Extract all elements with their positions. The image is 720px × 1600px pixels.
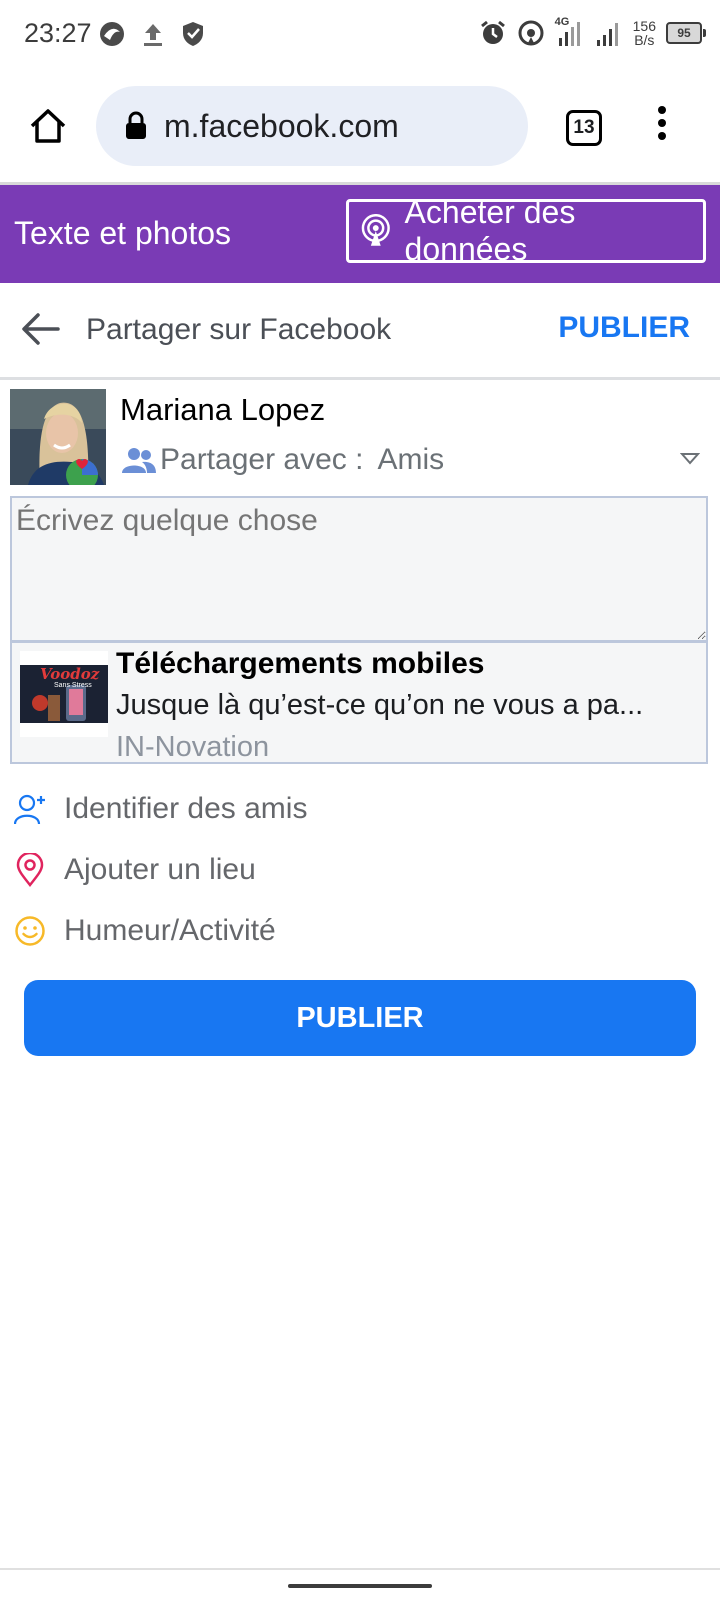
- battery-indicator: 95: [666, 22, 706, 44]
- publish-button[interactable]: PUBLIER: [24, 980, 696, 1056]
- mood-activity-label: Humeur/Activité: [64, 914, 276, 947]
- signal-bars-icon: [558, 22, 580, 46]
- status-icons-left: [98, 20, 206, 48]
- signal-bars-2-icon: [596, 23, 618, 46]
- publish-header-button[interactable]: PUBLIER: [558, 311, 690, 345]
- friends-icon: [122, 448, 156, 473]
- chevron-down-icon[interactable]: [680, 452, 700, 466]
- link-source: IN-Novation: [116, 731, 270, 763]
- status-time: 23:27: [24, 18, 92, 48]
- nav-bar-divider: [0, 1568, 720, 1570]
- upload-icon: [144, 24, 162, 46]
- more-vert-icon[interactable]: [654, 106, 670, 146]
- address-bar[interactable]: m.facebook.com: [96, 86, 528, 166]
- audience-label: Partager avec :: [160, 443, 364, 476]
- buy-data-button[interactable]: Acheter des données: [346, 194, 706, 267]
- composer-box: Voodoz Sans Stress Téléchargements mobil…: [10, 496, 708, 764]
- user-name: Mariana Lopez: [120, 392, 326, 427]
- url-text: m.facebook.com: [164, 107, 399, 144]
- tabs-button[interactable]: 13: [566, 110, 602, 146]
- audience-value: Amis: [377, 443, 445, 476]
- network-speed: 156 B/s: [633, 19, 656, 47]
- promo-label: Texte et photos: [14, 215, 232, 251]
- bird-app-icon: [100, 22, 124, 46]
- home-icon[interactable]: [28, 106, 68, 146]
- share-header: Partager sur Facebook PUBLIER: [0, 283, 720, 380]
- thumbnail-subtitle: Sans Stress: [54, 682, 92, 689]
- speed-unit: B/s: [634, 32, 655, 48]
- location-pin-icon: [16, 853, 44, 887]
- smiley-icon: [15, 916, 45, 946]
- thumbnail-title: Voodoz: [40, 665, 100, 683]
- home-indicator[interactable]: [288, 1584, 432, 1588]
- thumbnail-image: [20, 651, 108, 737]
- alarm-icon: [480, 20, 505, 44]
- data-promo-banner: Texte et photos Acheter des données: [0, 185, 720, 283]
- mood-activity-action[interactable]: Humeur/Activité: [14, 914, 276, 948]
- link-preview[interactable]: Voodoz Sans Stress Téléchargements mobil…: [12, 643, 706, 763]
- hotspot-icon: [518, 20, 544, 46]
- back-arrow-icon[interactable]: [20, 311, 60, 347]
- post-text-input[interactable]: [12, 498, 706, 640]
- add-location-action[interactable]: Ajouter un lieu: [14, 853, 256, 887]
- browser-toolbar: m.facebook.com 13: [0, 72, 720, 182]
- link-title: Téléchargements mobiles: [116, 647, 485, 680]
- avatar-photo: [10, 389, 106, 485]
- link-description: Jusque là qu’est-ce qu’on ne vous a pa..…: [116, 689, 644, 721]
- signal-4g: 4G: [555, 16, 585, 48]
- status-icons-right: 4G 156 B/s 95: [479, 16, 706, 48]
- broadcast-icon: [361, 214, 390, 246]
- audience-selector[interactable]: Partager avec : Amis: [122, 443, 444, 477]
- shield-icon: [183, 22, 203, 46]
- link-thumbnail: Voodoz Sans Stress: [20, 651, 108, 737]
- lock-icon: [126, 111, 146, 139]
- share-title: Partager sur Facebook: [86, 313, 392, 346]
- tag-friends-icon: [14, 794, 45, 825]
- user-avatar[interactable]: [10, 389, 106, 485]
- speed-value: 156: [632, 18, 656, 34]
- add-location-label: Ajouter un lieu: [64, 853, 256, 886]
- buy-data-label: Acheter des données: [404, 194, 576, 267]
- tag-friends-label: Identifier des amis: [64, 792, 308, 825]
- status-bar: 23:27 4G 156 B/s 95: [0, 0, 720, 72]
- tag-friends-action[interactable]: Identifier des amis: [14, 792, 307, 826]
